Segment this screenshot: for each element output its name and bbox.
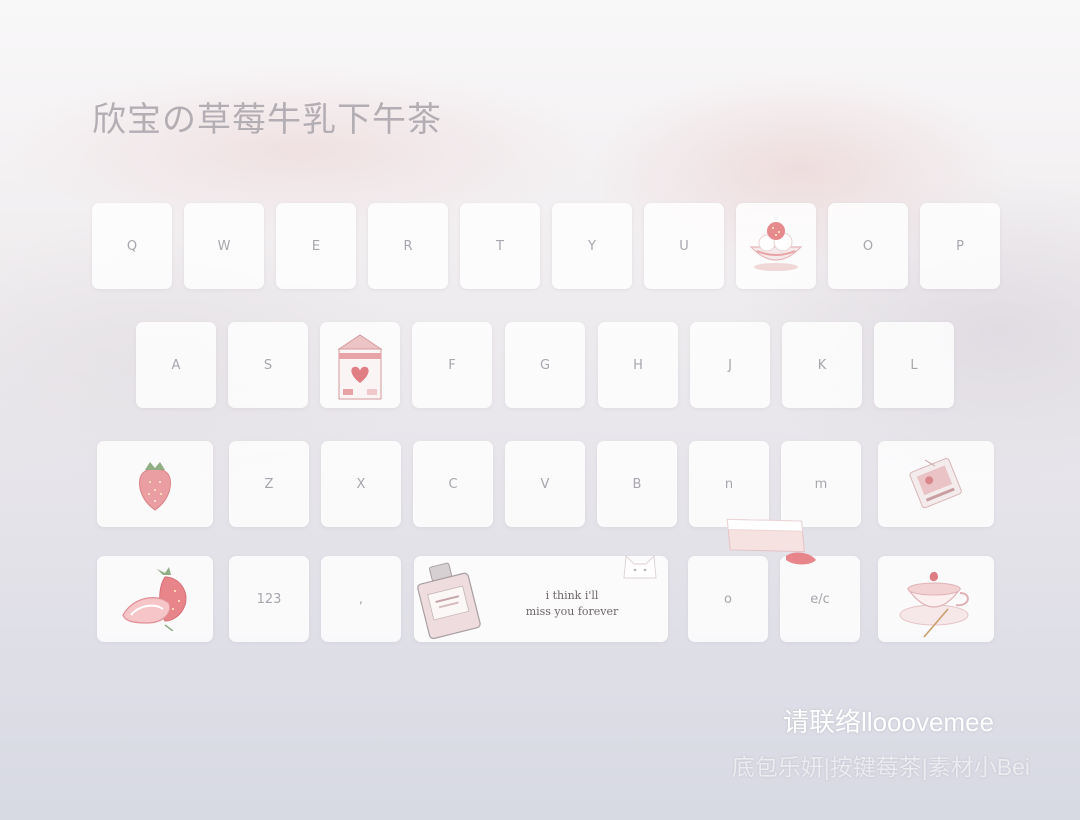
contact-text: 请联络llooovemee	[783, 707, 994, 737]
key-label: o	[724, 591, 732, 607]
key-label: X	[356, 476, 366, 492]
key-r[interactable]: R	[368, 203, 448, 289]
key-label: W	[217, 238, 231, 254]
key-q[interactable]: Q	[92, 203, 172, 289]
key-label: L	[910, 357, 918, 373]
key-label: U	[679, 238, 689, 254]
space-quote: i think i'll miss you forever	[522, 588, 622, 620]
key-label: 123	[256, 591, 282, 607]
key-label: A	[171, 357, 181, 373]
numbers-key[interactable]: 123	[229, 556, 309, 642]
perfume-bottle-icon	[417, 562, 481, 640]
key-i[interactable]	[736, 203, 816, 289]
key-label: e/c	[810, 591, 830, 607]
key-label: H	[633, 357, 643, 373]
key-label: B	[632, 476, 642, 492]
key-label: F	[448, 357, 456, 373]
key-v[interactable]: V	[505, 441, 585, 527]
key-label: J	[728, 357, 732, 373]
key-label: O	[862, 238, 874, 254]
strawberry-milk-carton-icon	[337, 334, 383, 400]
tea-bag-icon	[909, 457, 962, 509]
key-w[interactable]: W	[184, 203, 264, 289]
key-label: T	[496, 238, 504, 254]
key-label: K	[817, 357, 827, 373]
key-o[interactable]: O	[828, 203, 908, 289]
cat-icon	[623, 554, 657, 579]
key-x[interactable]: X	[321, 441, 401, 527]
delete-key[interactable]	[878, 441, 994, 527]
key-a[interactable]: A	[136, 322, 216, 408]
key-label: G	[539, 357, 551, 373]
key-b[interactable]: B	[597, 441, 677, 527]
key-label: Z	[264, 476, 274, 492]
key-l[interactable]: L	[874, 322, 954, 408]
key-label: P	[956, 238, 964, 254]
comma-key[interactable]: ,	[321, 556, 401, 642]
sliced-strawberry-icon	[122, 567, 187, 631]
return-key[interactable]	[878, 556, 994, 642]
key-label: E	[311, 238, 321, 254]
space-key[interactable]: i think i'll miss you forever	[414, 554, 668, 642]
key-label: Q	[126, 238, 138, 254]
key-label: Y	[588, 238, 596, 254]
key-g[interactable]: G	[505, 322, 585, 408]
shift-key[interactable]	[97, 441, 213, 527]
key-label: ,	[358, 591, 364, 607]
page-title: 欣宝の草莓牛乳下午茶	[92, 100, 442, 140]
space-quote-line-2: miss you forever	[525, 605, 619, 618]
key-s[interactable]: S	[228, 322, 308, 408]
emoji-key[interactable]	[97, 556, 213, 642]
key-h[interactable]: H	[598, 322, 678, 408]
key-j[interactable]: J	[690, 322, 770, 408]
key-label: C	[448, 476, 458, 492]
cream-cake-icon	[726, 518, 816, 565]
key-label: V	[540, 476, 550, 492]
strawberry-icon	[138, 462, 172, 511]
space-quote-line-1: i think i'll	[545, 589, 599, 602]
credits-text: 底包乐妍|按键莓茶|素材小Bei	[731, 754, 1030, 780]
key-e[interactable]: E	[276, 203, 356, 289]
key-t[interactable]: T	[460, 203, 540, 289]
key-label: m	[814, 476, 828, 492]
tea-cup-icon	[899, 571, 969, 638]
key-k[interactable]: K	[782, 322, 862, 408]
key-u[interactable]: U	[644, 203, 724, 289]
key-f[interactable]: F	[412, 322, 492, 408]
key-d[interactable]	[320, 322, 400, 408]
strawberry-dessert-bowl-icon	[749, 222, 803, 271]
key-label: R	[403, 238, 413, 254]
key-label: n	[724, 476, 734, 492]
key-label: S	[263, 357, 273, 373]
key-y[interactable]: Y	[552, 203, 632, 289]
key-p[interactable]: P	[920, 203, 1000, 289]
key-z[interactable]: Z	[229, 441, 309, 527]
key-c[interactable]: C	[413, 441, 493, 527]
